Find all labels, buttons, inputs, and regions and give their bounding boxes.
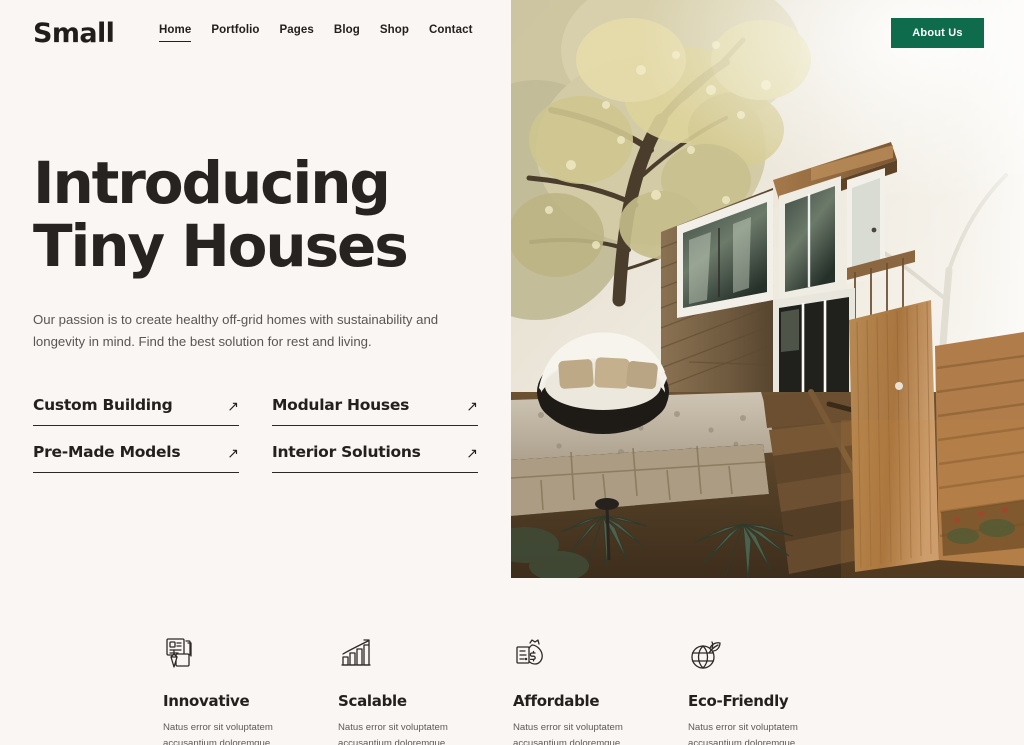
hero-image-illustration (511, 0, 1024, 578)
landing-page: Small Home Portfolio Pages Blog Shop Con… (0, 0, 1024, 745)
hero-image (511, 0, 1024, 578)
page-title: Introducing Tiny Houses (33, 152, 493, 277)
main-navigation: Home Portfolio Pages Blog Shop Contact (159, 24, 473, 42)
nav-item-shop[interactable]: Shop (380, 24, 409, 42)
service-link-label: Pre-Made Models (33, 443, 181, 461)
money-bag-icon (513, 636, 549, 672)
hero-subtitle: Our passion is to create healthy off-gri… (33, 312, 439, 350)
hero-title-line-1: Introducing (33, 149, 391, 217)
service-link-pre-made-models[interactable]: Pre-Made Models ↗ (33, 443, 239, 473)
arrow-up-right-icon: ↗ (227, 398, 239, 414)
feature-description: Natus error sit voluptatem accusantium d… (513, 722, 623, 745)
feature-item-affordable: Affordable Natus error sit voluptatem ac… (513, 636, 688, 745)
document-pen-icon (163, 636, 199, 672)
arrow-up-right-icon: ↗ (466, 398, 478, 414)
arrow-up-right-icon: ↗ (466, 445, 478, 461)
hero-content: Introducing Tiny Houses Our passion is t… (33, 152, 493, 354)
feature-description: Natus error sit voluptatem accusantium d… (163, 722, 273, 745)
service-link-label: Custom Building (33, 396, 173, 414)
growth-chart-icon (338, 636, 374, 672)
feature-title: Innovative (163, 692, 250, 710)
nav-item-blog[interactable]: Blog (334, 24, 360, 42)
service-link-interior-solutions[interactable]: Interior Solutions ↗ (272, 443, 478, 473)
nav-item-home[interactable]: Home (159, 24, 192, 42)
feature-item-eco-friendly: Eco-Friendly Natus error sit voluptatem … (688, 636, 863, 745)
service-link-label: Interior Solutions (272, 443, 421, 461)
hero-title-line-2: Tiny Houses (33, 211, 409, 280)
about-us-button[interactable]: About Us (891, 18, 984, 48)
nav-item-portfolio[interactable]: Portfolio (211, 24, 259, 42)
feature-title: Affordable (513, 692, 600, 710)
service-link-label: Modular Houses (272, 396, 410, 414)
arrow-up-right-icon: ↗ (227, 445, 239, 461)
service-link-custom-building[interactable]: Custom Building ↗ (33, 396, 239, 426)
feature-item-scalable: Scalable Natus error sit voluptatem accu… (338, 636, 513, 745)
navbar: Small Home Portfolio Pages Blog Shop Con… (0, 0, 511, 64)
feature-description: Natus error sit voluptatem accusantium d… (688, 722, 798, 745)
nav-item-contact[interactable]: Contact (429, 24, 473, 42)
nav-item-pages[interactable]: Pages (280, 24, 314, 42)
feature-title: Scalable (338, 692, 407, 710)
globe-leaf-icon (688, 636, 724, 672)
feature-description: Natus error sit voluptatem accusantium d… (338, 722, 448, 745)
brand-logo[interactable]: Small (33, 18, 115, 49)
feature-item-innovative: Innovative Natus error sit voluptatem ac… (163, 636, 338, 745)
feature-list: Innovative Natus error sit voluptatem ac… (163, 636, 1024, 745)
service-link-modular-houses[interactable]: Modular Houses ↗ (272, 396, 478, 426)
feature-title: Eco-Friendly (688, 692, 789, 710)
service-links: Custom Building ↗ Modular Houses ↗ Pre-M… (33, 396, 478, 473)
